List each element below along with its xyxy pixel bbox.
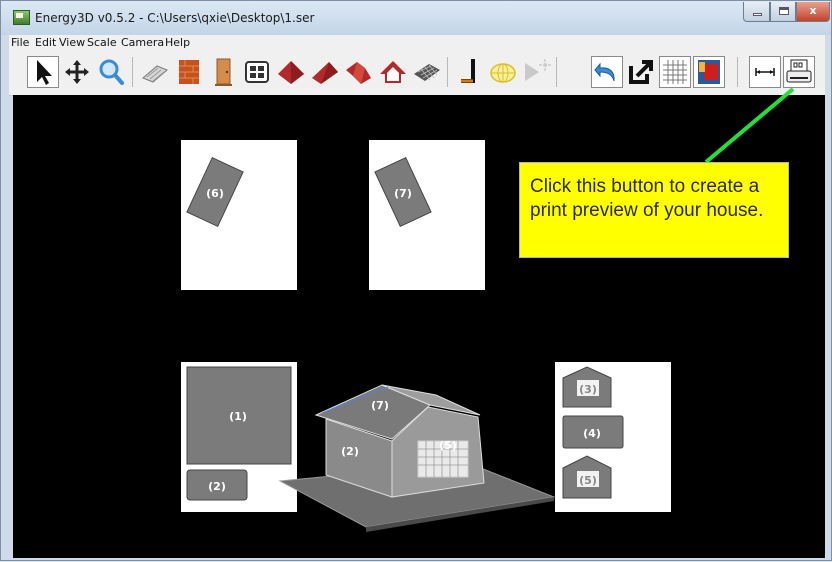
gable-roof-tool-button[interactable] [343,56,375,88]
app-window: Energy3D v0.5.2 - C:\Users\qxie\Desktop\… [0,0,832,561]
zoom-tool-button[interactable] [95,56,127,88]
energy3d-app-icon [13,10,30,25]
custom-roof-icon [380,61,406,83]
floor-tool-button[interactable] [411,56,443,88]
zoom-icon [99,59,124,85]
floor-icon [414,64,440,81]
menu-scale[interactable]: Scale [87,36,117,49]
toolbar-separator [556,57,557,87]
wall-icon [179,60,199,84]
piece-label-5: (5) [579,474,597,487]
sun-icon [525,59,551,81]
house-label-5: (5) [439,439,457,452]
wall-tool-button[interactable] [173,56,205,88]
maximize-button[interactable] [770,2,796,22]
measure-icon [755,68,775,76]
select-arrow-icon [37,60,52,85]
menu-file[interactable]: File [11,36,29,49]
measure-button[interactable] [749,56,781,88]
window-title: Energy3D v0.5.2 - C:\Users\qxie\Desktop\… [35,11,315,25]
piece-label-3: (3) [579,383,597,396]
undo-icon [594,62,615,82]
toolbar [9,51,825,96]
solar-map-icon [698,60,720,84]
piece-label-4: (4) [583,427,601,440]
hip-roof-tool-button[interactable] [275,56,307,88]
move-icon [65,60,89,84]
sun-animation-button[interactable] [521,56,553,88]
gable-roof-icon [346,62,371,84]
undo-button[interactable] [591,56,623,88]
piece-label-1: (1) [229,410,247,423]
house-label-7: (7) [371,399,389,412]
piece-label-7: (7) [394,187,412,200]
hip-roof-icon [278,61,304,84]
grid-icon [663,60,687,84]
pyramid-roof-tool-button[interactable] [309,56,341,88]
title-bar: Energy3D v0.5.2 - C:\Users\qxie\Desktop\… [1,1,831,35]
minimize-button[interactable] [743,2,770,22]
print-page-6: (6) [181,140,297,290]
move-tool-button[interactable] [61,56,93,88]
custom-roof-tool-button[interactable] [377,56,409,88]
door-icon [215,58,232,86]
print-page-7: (7) [369,140,485,290]
pyramid-roof-icon [312,62,338,84]
piece-label-6: (6) [206,187,224,200]
sun-angle-icon [490,63,516,83]
window-icon [245,61,269,83]
heliodon-pole-icon [461,59,475,83]
toolbar-separator [447,57,448,87]
toolbar-separator [132,57,133,87]
close-button[interactable]: x [796,2,830,22]
door-tool-button[interactable] [207,56,239,88]
menu-bar: File Edit View Scale Camera Help [9,35,825,51]
menu-edit[interactable]: Edit [35,36,56,49]
tutorial-callout: Click this button to create a print prev… [519,162,789,258]
print-preview-button[interactable] [783,56,815,88]
toolbar-separator [737,57,738,87]
window-tool-button[interactable] [241,56,273,88]
house-3d-model[interactable]: (7) (2) (5) [268,377,558,537]
annotation-button[interactable] [625,56,657,88]
print-preview-icon [786,59,812,83]
menu-view[interactable]: View [59,36,85,49]
piece-label-2: (2) [208,480,226,493]
solar-map-button[interactable] [693,56,725,88]
foundation-tool-button[interactable] [139,56,171,88]
grid-button[interactable] [659,56,691,88]
menu-camera[interactable]: Camera [121,36,164,49]
sun-angle-button[interactable] [487,56,519,88]
print-page-3-4-5: (3) (4) (5) [555,362,671,512]
select-tool-button[interactable] [27,56,59,88]
heliodon-pole-button[interactable] [453,56,485,88]
house-label-2: (2) [341,445,359,458]
foundation-icon [142,65,168,83]
annotation-icon [629,60,653,84]
menu-help[interactable]: Help [165,36,190,49]
